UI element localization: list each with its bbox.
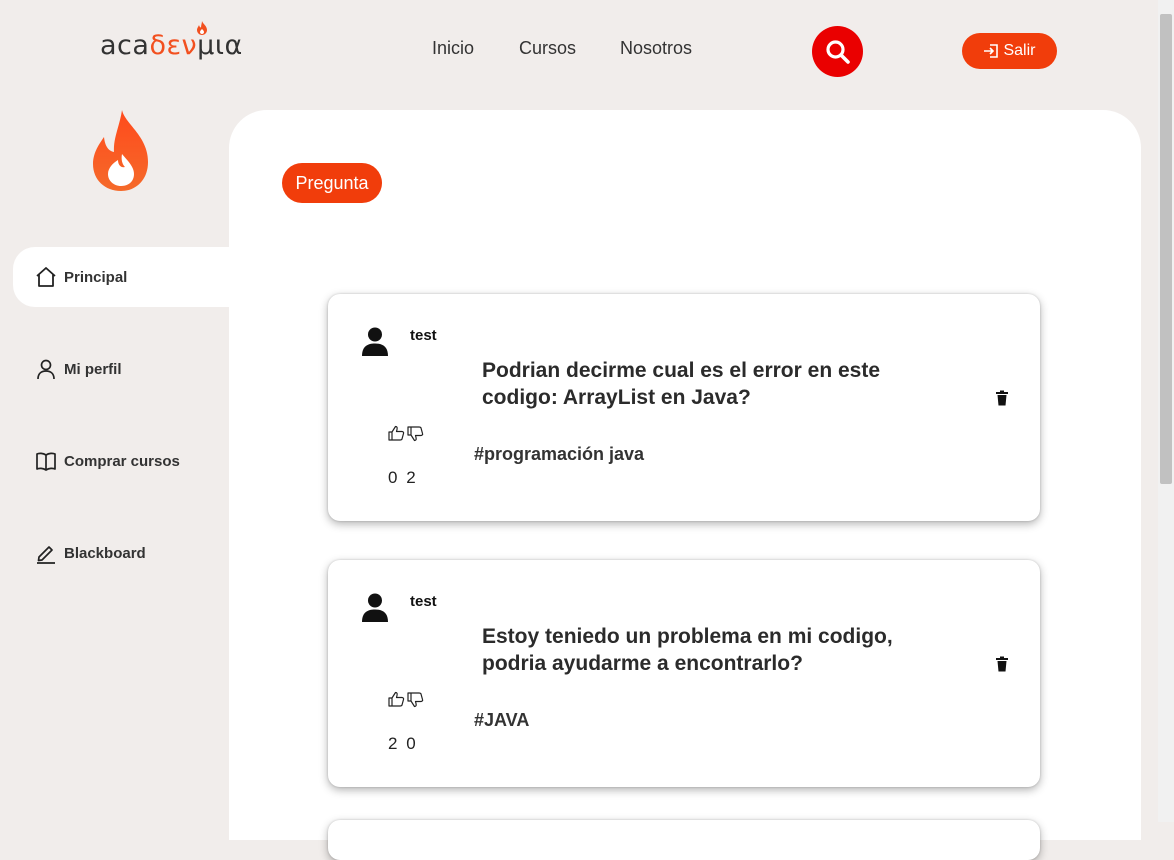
top-header: acaδενμια Inicio Cursos Nosotros Salir xyxy=(0,0,1158,105)
scrollbar-thumb[interactable] xyxy=(1160,14,1172,484)
flame-logo-icon xyxy=(93,110,148,191)
question-card[interactable]: test Estoy teniedo un problema en mi cod… xyxy=(328,560,1040,787)
vote-counts: 2 0 xyxy=(388,734,416,754)
main-content: Pregunta test Podrian decirme cual es el… xyxy=(229,110,1141,860)
home-icon xyxy=(35,266,57,288)
logo-text-accent: δεν xyxy=(149,30,198,61)
question-card[interactable]: test Podrian decirme cual es el error en… xyxy=(328,294,1040,521)
thumbs-up-icon[interactable] xyxy=(388,691,405,708)
search-button[interactable] xyxy=(812,26,863,77)
question-title[interactable]: Estoy teniedo un problema en mi codigo, … xyxy=(482,623,922,677)
thumbs-up-icon[interactable] xyxy=(388,425,405,442)
nav-link-nosotros[interactable]: Nosotros xyxy=(620,38,692,59)
thumbs-down-icon[interactable] xyxy=(407,425,424,442)
nav-link-cursos[interactable]: Cursos xyxy=(519,38,576,59)
dislike-count: 0 xyxy=(406,734,416,753)
question-tag[interactable]: #JAVA xyxy=(474,710,529,731)
question-author: test xyxy=(410,327,437,344)
question-card[interactable] xyxy=(328,820,1040,860)
sidebar-item-label: Principal xyxy=(64,268,128,286)
sidebar-item-label: Mi perfil xyxy=(64,360,122,378)
sidebar-item-label: Comprar cursos xyxy=(64,452,180,470)
logout-button[interactable]: Salir xyxy=(962,33,1057,69)
logout-icon xyxy=(984,44,999,58)
sidebar-item-comprar-cursos[interactable]: Comprar cursos xyxy=(13,431,229,491)
search-icon xyxy=(825,39,850,64)
trash-icon[interactable] xyxy=(995,390,1009,406)
question-title[interactable]: Podrian decirme cual es el error en este… xyxy=(482,357,922,411)
book-icon xyxy=(35,450,57,472)
vote-buttons xyxy=(388,425,424,442)
trash-icon[interactable] xyxy=(995,656,1009,672)
thumbs-down-icon[interactable] xyxy=(407,691,424,708)
logout-label: Salir xyxy=(1003,42,1036,59)
logo-flame-icon xyxy=(197,21,207,35)
logo-text-part: aca xyxy=(100,30,150,61)
user-icon xyxy=(35,358,57,380)
avatar-icon xyxy=(362,593,388,622)
sidebar-item-principal[interactable]: Principal xyxy=(13,247,229,307)
like-count: 2 xyxy=(388,734,398,753)
nav-link-inicio[interactable]: Inicio xyxy=(432,38,474,59)
brand-logo[interactable]: acaδενμια xyxy=(100,21,243,61)
pencil-icon xyxy=(35,542,57,564)
dislike-count: 2 xyxy=(406,468,416,487)
sidebar-item-label: Blackboard xyxy=(64,544,146,562)
ask-question-button[interactable]: Pregunta xyxy=(282,163,382,203)
like-count: 0 xyxy=(388,468,398,487)
sidebar-item-blackboard[interactable]: Blackboard xyxy=(13,523,229,583)
avatar-icon xyxy=(362,327,388,356)
question-tag[interactable]: #programación java xyxy=(474,444,644,465)
vote-counts: 0 2 xyxy=(388,468,416,488)
vote-buttons xyxy=(388,691,424,708)
sidebar-item-mi-perfil[interactable]: Mi perfil xyxy=(13,339,229,399)
question-author: test xyxy=(410,593,437,610)
